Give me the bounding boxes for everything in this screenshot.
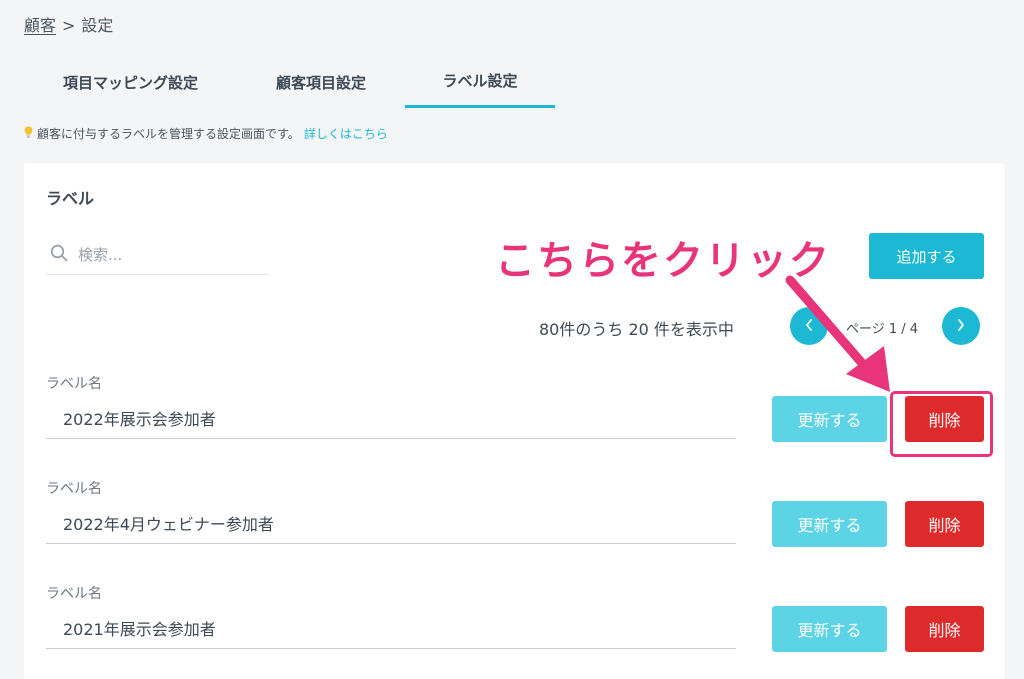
update-button[interactable]: 更新する	[772, 501, 887, 547]
hint-text: 顧客に付与するラベルを管理する設定画面です。 詳しくはこちら	[24, 125, 388, 142]
field-label: ラベル名	[46, 481, 102, 497]
breadcrumb-link-customers[interactable]: 顧客	[24, 16, 56, 35]
annotation-highlight-box	[890, 391, 993, 457]
settings-tabs: 項目マッピング設定 顧客項目設定 ラベル設定	[24, 56, 555, 108]
field-label: ラベル名	[46, 376, 102, 392]
search-box	[46, 235, 268, 275]
breadcrumb-current: 設定	[81, 16, 114, 35]
label-name-input[interactable]: 2021年展示会参加者	[46, 607, 736, 649]
search-input[interactable]	[78, 245, 258, 264]
label-row: ラベル名 2022年4月ウェビナー参加者 更新する 削除	[46, 478, 986, 578]
tab-label-settings[interactable]: ラベル設定	[405, 56, 555, 108]
tab-customer-fields[interactable]: 顧客項目設定	[237, 56, 405, 108]
label-row: ラベル名 2021年展示会参加者 更新する 削除	[46, 583, 986, 679]
card-title: ラベル	[46, 189, 95, 208]
annotation-arrow-icon	[785, 275, 890, 392]
result-count: 80件のうち 20 件を表示中	[539, 320, 734, 339]
delete-button[interactable]: 削除	[905, 606, 984, 652]
breadcrumb: 顧客 > 設定	[24, 12, 113, 36]
breadcrumb-separator: >	[62, 16, 76, 35]
label-name-input[interactable]: 2022年4月ウェビナー参加者	[46, 502, 736, 544]
learn-more-link[interactable]: 詳しくはこちら	[304, 125, 388, 142]
search-icon	[46, 244, 68, 266]
hint-description: 顧客に付与するラベルを管理する設定画面です。	[37, 127, 300, 141]
tab-field-mapping[interactable]: 項目マッピング設定	[24, 56, 237, 108]
label-name-input[interactable]: 2022年展示会参加者	[46, 397, 736, 439]
update-button[interactable]: 更新する	[772, 606, 887, 652]
field-label: ラベル名	[46, 586, 102, 602]
chevron-right-icon	[956, 317, 966, 336]
next-page-button[interactable]	[942, 307, 980, 345]
delete-button[interactable]: 削除	[905, 501, 984, 547]
update-button[interactable]: 更新する	[772, 396, 887, 442]
lightbulb-icon	[24, 126, 33, 141]
